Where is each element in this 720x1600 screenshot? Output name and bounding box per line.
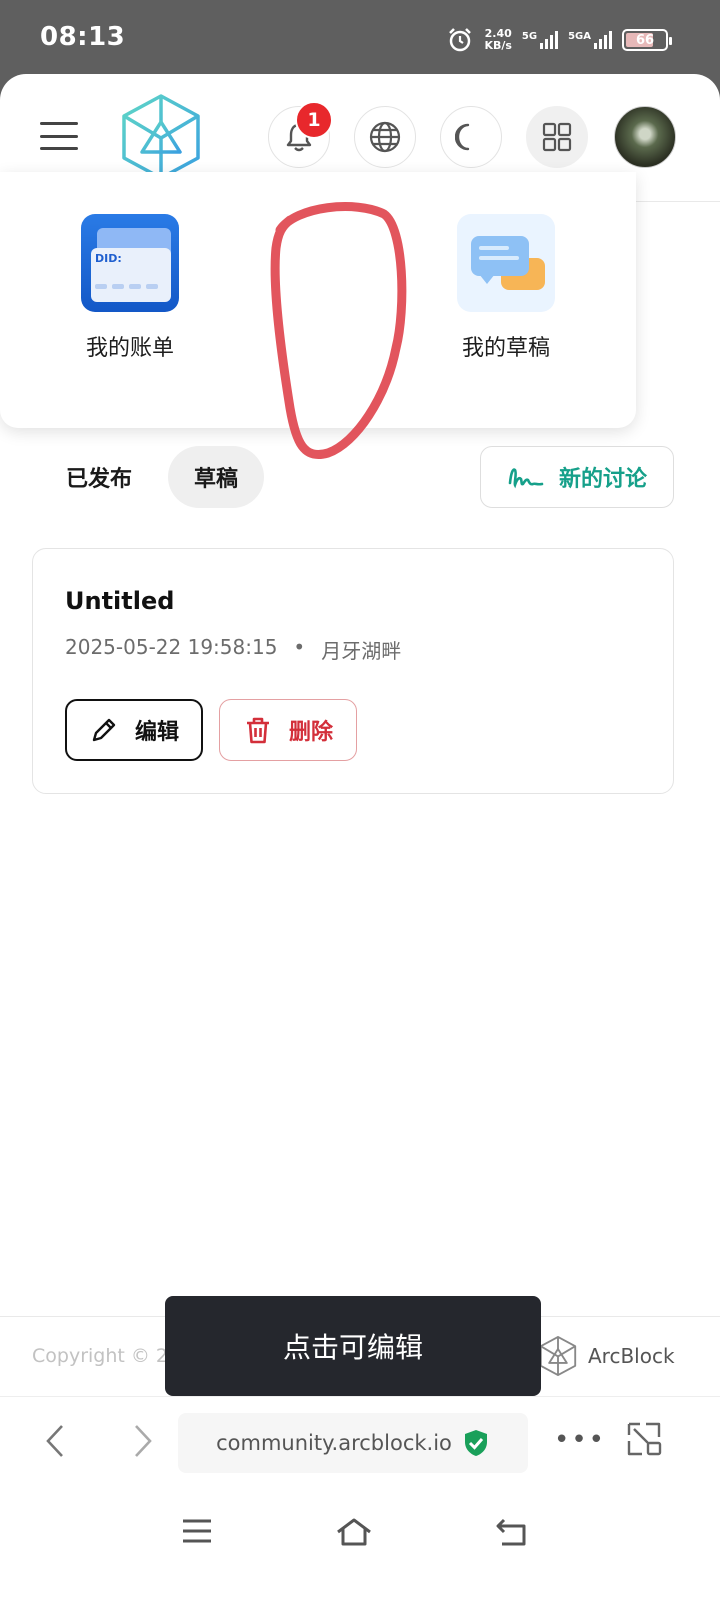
forward-button[interactable] bbox=[128, 1421, 158, 1461]
chat-bubbles-icon bbox=[457, 214, 555, 312]
notification-badge: 1 bbox=[295, 101, 333, 139]
recent-apps-icon[interactable] bbox=[180, 1516, 214, 1546]
red-circle-annotation bbox=[270, 202, 407, 459]
language-button[interactable] bbox=[354, 106, 416, 168]
new-discussion-button[interactable]: 新的讨论 bbox=[480, 446, 674, 508]
status-bar: 08:13 2.40 KB/s 5G 5GA 66 bbox=[0, 0, 720, 78]
theme-toggle-button[interactable] bbox=[440, 106, 502, 168]
delete-label: 删除 bbox=[288, 720, 333, 745]
menu-item-label: 我的草稿 bbox=[461, 336, 550, 361]
notification-button[interactable]: 1 bbox=[268, 101, 333, 168]
tab-published[interactable]: 已发布 bbox=[40, 446, 158, 508]
url-text: community.arcblock.io bbox=[216, 1431, 452, 1455]
system-navigation-bar bbox=[0, 1482, 720, 1600]
moon-icon bbox=[455, 123, 470, 151]
menu-item-my-bills[interactable]: DID: 我的账单 bbox=[50, 214, 210, 362]
chevron-right-icon bbox=[135, 1425, 152, 1457]
edit-button[interactable]: 编辑 bbox=[65, 699, 203, 761]
status-time: 08:13 bbox=[40, 22, 126, 52]
footer-brand-name: ArcBlock bbox=[588, 1344, 675, 1368]
bill-card-icon: DID: bbox=[81, 214, 179, 312]
back-button[interactable] bbox=[40, 1421, 70, 1461]
draft-meta: 2025-05-22 19:58:15 • 月牙湖畔 bbox=[65, 635, 401, 664]
avatar[interactable] bbox=[614, 106, 676, 168]
apps-button[interactable] bbox=[526, 106, 588, 168]
status-icons: 2.40 KB/s 5G 5GA 66 bbox=[446, 22, 672, 58]
arcblock-logo[interactable] bbox=[118, 92, 204, 182]
page: 1 已发布 草稿 新的讨论 Untitled 2025-05-22 19:58:… bbox=[0, 74, 720, 1600]
signature-icon bbox=[508, 468, 544, 489]
copyright-text: Copyright © 20 bbox=[32, 1345, 181, 1367]
grid-icon bbox=[542, 122, 572, 152]
signal-bars-icon bbox=[594, 31, 612, 49]
edit-label: 编辑 bbox=[134, 720, 179, 745]
tab-drafts[interactable]: 草稿 bbox=[168, 446, 265, 508]
shield-check-icon bbox=[464, 1430, 487, 1456]
menu-item-label: 我的账单 bbox=[85, 336, 174, 361]
menu-icon[interactable] bbox=[40, 122, 78, 150]
globe-icon bbox=[369, 121, 401, 153]
battery-icon: 66 bbox=[622, 29, 672, 51]
did-text: DID: bbox=[95, 252, 122, 265]
home-icon[interactable] bbox=[334, 1516, 374, 1548]
draft-author: 月牙湖畔 bbox=[321, 639, 402, 663]
new-discussion-label: 新的讨论 bbox=[558, 467, 647, 492]
signal-bars-icon bbox=[540, 31, 559, 49]
menu-item-my-drafts[interactable]: 我的草稿 bbox=[426, 214, 586, 362]
meta-separator: • bbox=[293, 635, 306, 659]
pencil-icon bbox=[92, 718, 116, 742]
network-speed: 2.40 KB/s bbox=[484, 27, 512, 52]
more-icon[interactable]: ••• bbox=[554, 1425, 606, 1455]
draft-timestamp: 2025-05-22 19:58:15 bbox=[65, 635, 278, 659]
signal-5g: 5G bbox=[522, 31, 559, 49]
signal-5ga: 5GA bbox=[568, 31, 612, 49]
chevron-left-icon bbox=[46, 1425, 63, 1457]
footer-brand[interactable]: ArcBlock bbox=[538, 1335, 675, 1377]
arcblock-logo-icon bbox=[539, 1336, 577, 1376]
alarm-icon bbox=[449, 28, 472, 52]
resize-window-icon[interactable] bbox=[626, 1421, 664, 1459]
trash-icon bbox=[246, 717, 269, 744]
delete-button[interactable]: 删除 bbox=[219, 699, 357, 761]
edit-tooltip: 点击可编辑 bbox=[165, 1296, 541, 1409]
address-bar[interactable]: community.arcblock.io bbox=[178, 1413, 528, 1473]
back-nav-icon[interactable] bbox=[494, 1516, 530, 1548]
browser-toolbar: community.arcblock.io ••• bbox=[0, 1396, 720, 1482]
draft-title: Untitled bbox=[65, 587, 175, 615]
draft-card[interactable]: Untitled 2025-05-22 19:58:15 • 月牙湖畔 编辑 删… bbox=[32, 548, 674, 794]
